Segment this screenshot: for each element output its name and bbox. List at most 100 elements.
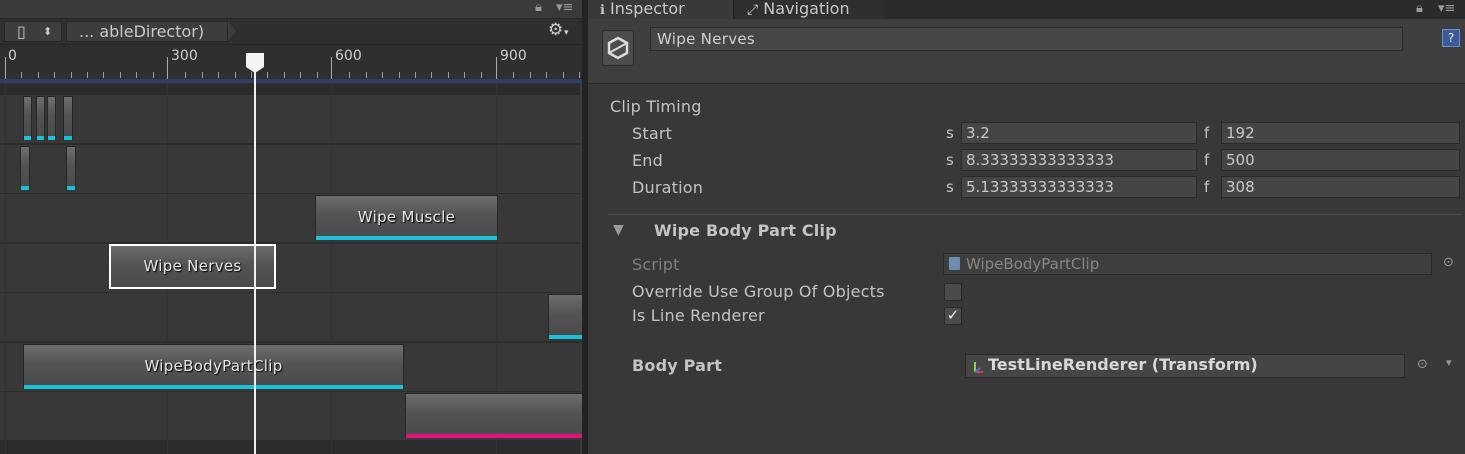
timeline-toolbar: ▯ ⬍ ... ableDirector) ⚙ ▾ <box>0 18 586 45</box>
line-renderer-checkbox[interactable]: ✓ <box>944 307 962 325</box>
start-frames-field[interactable]: 192 <box>1221 122 1460 144</box>
tick-minor <box>87 72 88 78</box>
dropdown-arrow-icon[interactable]: ▾ <box>1446 356 1452 369</box>
timeline-clip[interactable] <box>20 146 30 190</box>
tick-minor <box>300 72 301 78</box>
timeline-asset-name: ... ableDirector) <box>79 22 205 41</box>
tick-major <box>167 57 168 79</box>
object-picker-icon[interactable]: ⊙ <box>1417 357 1428 372</box>
clip-label: WipeBodyPartClip <box>144 356 283 375</box>
window-menu-icon[interactable]: ▾≡ <box>556 0 573 15</box>
tick-minor <box>103 72 104 78</box>
lock-icon[interactable]: 🔒︎ <box>1416 1 1423 16</box>
tick-minor <box>54 72 55 78</box>
timeline-clip[interactable] <box>405 393 585 438</box>
body-part-value: TestLineRenderer (Transform) <box>988 355 1258 374</box>
script-field: WipeBodyPartClip <box>943 253 1432 275</box>
script-file-icon <box>949 257 960 270</box>
settings-gear-icon[interactable]: ⚙ <box>548 20 563 40</box>
timeline-clip[interactable] <box>63 96 73 140</box>
tick-minor <box>448 72 449 78</box>
body-part-field[interactable]: TestLineRenderer (Transform) <box>965 354 1405 378</box>
tick-minor <box>481 72 482 78</box>
tick-minor <box>317 72 318 78</box>
tick-minor <box>382 72 383 78</box>
tick-major <box>331 57 332 79</box>
grid-line <box>5 83 6 454</box>
end-frames-field[interactable]: 500 <box>1221 149 1460 171</box>
clip-wipe-body-part-clip[interactable]: WipeBodyPartClip <box>23 344 404 389</box>
tick-minor <box>251 72 252 78</box>
window-menu-icon[interactable]: ▾≡ <box>1438 1 1455 16</box>
tick-minor <box>71 72 72 78</box>
tick-minor <box>546 72 547 78</box>
seconds-unit: s <box>946 178 954 196</box>
updown-icon: ⬍ <box>43 25 53 38</box>
tick-label: 0 <box>8 48 17 64</box>
object-name-field[interactable]: Wipe Nerves <box>650 27 1403 51</box>
settings-dropdown-icon[interactable]: ▾ <box>564 28 569 38</box>
track-row <box>0 95 580 143</box>
checkmark-icon: ✓ <box>946 306 960 324</box>
tick-minor <box>235 72 236 78</box>
duration-label: Duration <box>632 178 704 197</box>
frames-unit: f <box>1204 151 1210 169</box>
tick-minor <box>563 72 564 78</box>
view-toggle-button[interactable]: ▯ ⬍ <box>4 21 62 42</box>
clip-label: Wipe Muscle <box>357 207 456 226</box>
clip-wipe-nerves[interactable]: Wipe Nerves <box>109 244 276 289</box>
timeline-asset-selector[interactable]: ... ableDirector) <box>66 21 228 42</box>
start-seconds-field[interactable]: 3.2 <box>961 122 1197 144</box>
seconds-unit: s <box>946 124 954 142</box>
help-icon[interactable]: ? <box>1442 29 1460 47</box>
lock-icon[interactable]: 🔒︎ <box>535 0 542 15</box>
object-picker-icon: ⊙ <box>1443 255 1454 270</box>
component-title[interactable]: Wipe Body Part Clip <box>654 221 837 240</box>
tab-navigation[interactable]: ⤢ Navigation <box>735 0 885 19</box>
time-ruler[interactable]: 0 300 600 900 <box>0 45 582 83</box>
timeline-clip[interactable] <box>47 96 56 140</box>
duration-seconds-field[interactable]: 5.13333333333333 <box>961 176 1197 198</box>
tab-label: Inspector <box>610 0 685 18</box>
script-label: Script <box>632 255 680 274</box>
timeline-clip[interactable] <box>548 294 584 339</box>
navigation-icon: ⤢ <box>747 2 759 18</box>
timeline-clip[interactable] <box>66 146 76 190</box>
tick-minor <box>415 72 416 78</box>
tab-inspector[interactable]: ℹ Inspector <box>588 0 734 19</box>
tick-minor <box>431 72 432 78</box>
track-row <box>0 293 580 341</box>
frames-unit: f <box>1204 178 1210 196</box>
tick-minor <box>202 72 203 78</box>
frames-unit: f <box>1204 124 1210 142</box>
unity-logo-icon <box>602 30 634 66</box>
tab-label: Navigation <box>763 0 850 18</box>
tick-minor <box>136 72 137 78</box>
transform-icon <box>972 359 984 379</box>
clip-label: Wipe Nerves <box>143 256 242 275</box>
panel-toggle-icon: ▯ <box>17 22 26 41</box>
body-part-label: Body Part <box>632 356 723 375</box>
line-renderer-label: Is Line Renderer <box>632 306 765 325</box>
tick-minor <box>21 72 22 78</box>
tick-minor <box>153 72 154 78</box>
track-row <box>0 145 580 193</box>
tick-minor <box>185 72 186 78</box>
tick-minor <box>366 72 367 78</box>
timeline-clip[interactable] <box>36 96 45 140</box>
end-seconds-field[interactable]: 8.33333333333333 <box>961 149 1197 171</box>
timeline-clip[interactable] <box>23 96 32 140</box>
start-label: Start <box>632 124 673 143</box>
foldout-arrow-icon[interactable]: ▼ <box>613 222 624 238</box>
info-icon: ℹ <box>600 3 605 18</box>
duration-frames-field[interactable]: 308 <box>1221 176 1460 198</box>
tick-minor <box>464 72 465 78</box>
timeline-title-bar: 🔒︎ ▾≡ <box>0 0 586 18</box>
breadcrumb-arrow <box>228 21 236 41</box>
tick-minor <box>349 72 350 78</box>
tick-minor <box>38 72 39 78</box>
tick-minor <box>530 72 531 78</box>
inspector-header: Wipe Nerves ? <box>588 19 1465 84</box>
override-checkbox[interactable] <box>944 283 962 301</box>
clip-wipe-muscle[interactable]: Wipe Muscle <box>315 195 498 240</box>
